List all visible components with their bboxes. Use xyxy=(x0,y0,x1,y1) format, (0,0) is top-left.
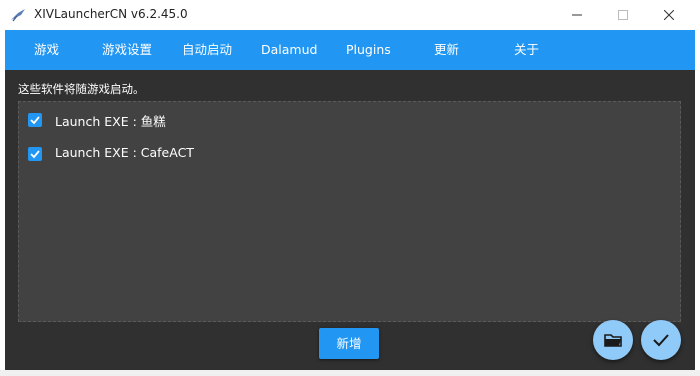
open-folder-button[interactable] xyxy=(593,320,633,360)
tab-plugins[interactable]: Plugins xyxy=(346,30,391,70)
close-icon xyxy=(664,10,674,20)
window-title: XIVLauncherCN v6.2.45.0 xyxy=(34,7,188,21)
tab-game[interactable]: 游戏 xyxy=(34,30,59,70)
autostart-hint: 这些软件将随游戏启动。 xyxy=(18,82,145,96)
list-item-label: Launch EXE : 鱼糕 xyxy=(55,114,166,129)
checkmark-icon xyxy=(653,334,669,347)
list-item-label: Launch EXE : CafeACT xyxy=(55,145,194,160)
confirm-button[interactable] xyxy=(641,320,681,360)
title-bar[interactable]: XIVLauncherCN v6.2.45.0 xyxy=(0,0,700,30)
close-button[interactable] xyxy=(646,0,692,30)
tab-about[interactable]: 关于 xyxy=(514,30,539,70)
window-bottom-border xyxy=(0,370,700,376)
main-nav: 游戏 游戏设置 自动启动 Dalamud Plugins 更新 关于 xyxy=(5,30,695,70)
tab-update[interactable]: 更新 xyxy=(434,30,459,70)
minimize-icon xyxy=(572,14,582,16)
autostart-list: Launch EXE : 鱼糕 Launch EXE : CafeACT xyxy=(18,101,681,322)
item-checkbox[interactable] xyxy=(28,147,42,161)
folder-icon xyxy=(604,334,622,347)
checkmark-icon xyxy=(30,150,40,159)
maximize-icon xyxy=(618,10,628,20)
autostart-panel: 这些软件将随游戏启动。 Launch EXE : 鱼糕 Launch EXE :… xyxy=(5,70,695,370)
checkmark-icon xyxy=(30,116,40,125)
minimize-button[interactable] xyxy=(554,0,600,30)
tab-autostart[interactable]: 自动启动 xyxy=(182,30,232,70)
add-button[interactable]: 新增 xyxy=(319,328,379,359)
launcher-window: XIVLauncherCN v6.2.45.0 游戏 游戏设置 自动启动 Dal… xyxy=(0,0,700,376)
tab-game-settings[interactable]: 游戏设置 xyxy=(102,30,152,70)
maximize-button[interactable] xyxy=(600,0,646,30)
tab-dalamud[interactable]: Dalamud xyxy=(261,30,317,70)
xiv-launcher-icon xyxy=(10,7,26,23)
item-checkbox[interactable] xyxy=(28,113,42,127)
